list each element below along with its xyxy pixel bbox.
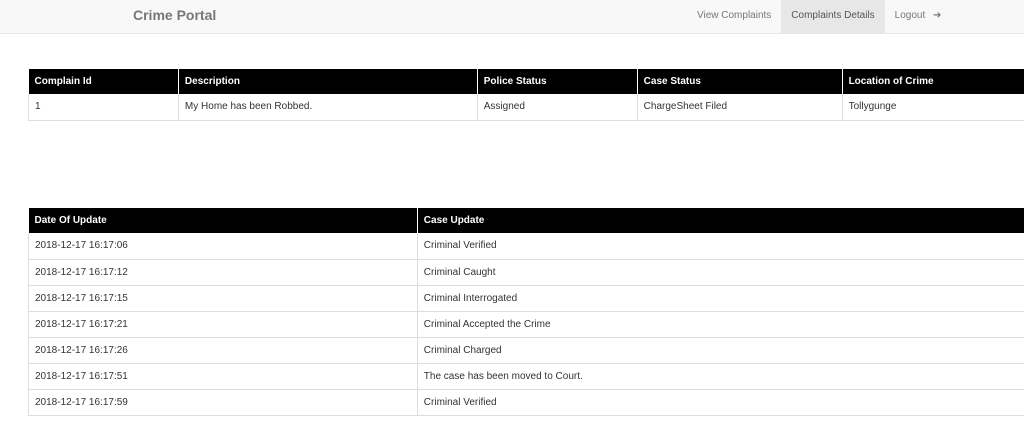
table-row: 2018-12-17 16:17:59 Criminal Verified: [29, 389, 1024, 415]
cell-police-status: Assigned: [477, 94, 637, 120]
cell-date: 2018-12-17 16:17:15: [29, 285, 418, 311]
logout-icon: ➔: [933, 0, 941, 31]
nav-links: View Complaints Complaints Details Logou…: [687, 0, 951, 33]
cell-date: 2018-12-17 16:17:21: [29, 311, 418, 337]
cell-update: Criminal Verified: [417, 389, 1024, 415]
header-case-update: Case Update: [417, 208, 1024, 233]
table-row: 2018-12-17 16:17:26 Criminal Charged: [29, 337, 1024, 363]
cell-case-status: ChargeSheet Filed: [637, 94, 842, 120]
cell-date: 2018-12-17 16:17:59: [29, 389, 418, 415]
cell-date: 2018-12-17 16:17:12: [29, 259, 418, 285]
nav-logout[interactable]: Logout ➔: [885, 0, 952, 33]
header-location: Location of Crime: [842, 69, 1024, 94]
header-date-of-update: Date Of Update: [29, 208, 418, 233]
navbar: Crime Portal View Complaints Complaints …: [0, 0, 1024, 34]
table-row: 1 My Home has been Robbed. Assigned Char…: [29, 94, 1024, 120]
cell-description: My Home has been Robbed.: [178, 94, 477, 120]
cell-update: Criminal Verified: [417, 233, 1024, 259]
cell-update: Criminal Interrogated: [417, 285, 1024, 311]
nav-complaints-details-label: Complaints Details: [791, 10, 874, 21]
nav-view-complaints[interactable]: View Complaints: [687, 0, 781, 33]
complaint-header-row: Complain Id Description Police Status Ca…: [29, 69, 1024, 94]
nav-view-complaints-label: View Complaints: [697, 10, 771, 21]
updates-table: Date Of Update Case Update 2018-12-17 16…: [28, 208, 1024, 416]
table-row: 2018-12-17 16:17:51 The case has been mo…: [29, 363, 1024, 389]
table-row: 2018-12-17 16:17:12 Criminal Caught: [29, 259, 1024, 285]
header-case-status: Case Status: [637, 69, 842, 94]
updates-header-row: Date Of Update Case Update: [29, 208, 1024, 233]
table-row: 2018-12-17 16:17:06 Criminal Verified: [29, 233, 1024, 259]
header-police-status: Police Status: [477, 69, 637, 94]
cell-update: The case has been moved to Court.: [417, 363, 1024, 389]
nav-logout-label: Logout: [895, 10, 926, 21]
cell-date: 2018-12-17 16:17:26: [29, 337, 418, 363]
cell-update: Criminal Caught: [417, 259, 1024, 285]
table-row: 2018-12-17 16:17:15 Criminal Interrogate…: [29, 285, 1024, 311]
cell-date: 2018-12-17 16:17:51: [29, 363, 418, 389]
table-row: 2018-12-17 16:17:21 Criminal Accepted th…: [29, 311, 1024, 337]
header-complain-id: Complain Id: [29, 69, 179, 94]
cell-complain-id: 1: [29, 94, 179, 120]
cell-update: Criminal Charged: [417, 337, 1024, 363]
cell-date: 2018-12-17 16:17:06: [29, 233, 418, 259]
cell-location: Tollygunge: [842, 94, 1024, 120]
cell-update: Criminal Accepted the Crime: [417, 311, 1024, 337]
nav-complaints-details[interactable]: Complaints Details: [781, 0, 884, 33]
header-description: Description: [178, 69, 477, 94]
brand-link[interactable]: Crime Portal: [133, 0, 216, 33]
complaint-table: Complain Id Description Police Status Ca…: [28, 69, 1024, 121]
